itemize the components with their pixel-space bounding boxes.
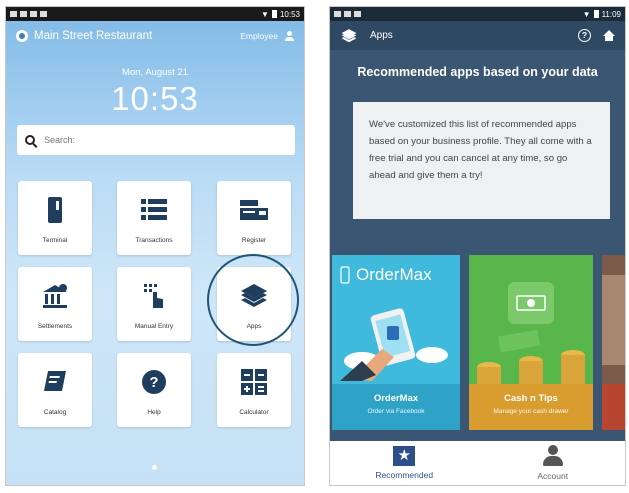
employee-menu[interactable]: Employee (240, 31, 294, 41)
home-screen: ▼ 10:53 Main Street Restaurant Employee … (5, 6, 305, 486)
search-icon (25, 135, 35, 145)
recommended-heading: Recommended apps based on your data (357, 65, 598, 79)
book-icon (40, 368, 70, 396)
restaurant-logo-icon (16, 30, 28, 42)
status-time: 10:53 (279, 9, 300, 19)
question-icon: ? (139, 368, 169, 396)
app-carousel[interactable]: OrderMax OrderMax Order via Facebook Cas… (330, 255, 625, 430)
nav-recommended[interactable]: ★ Recommended (330, 441, 479, 485)
tile-register[interactable]: Register (217, 181, 291, 255)
restaurant-brand: Main Street Restaurant (16, 30, 152, 42)
info-box: We've customized this list of recommende… (353, 102, 610, 219)
top-bar: Main Street Restaurant Employee (6, 21, 304, 51)
coins-illustration (477, 329, 585, 385)
register-icon (239, 196, 269, 224)
tile-label: Help (147, 409, 161, 416)
app-card-partial[interactable] (602, 255, 625, 430)
tile-settlements[interactable]: Settlements (18, 267, 92, 341)
notification-icons (334, 11, 361, 17)
app-name: Cash n Tips (504, 393, 558, 404)
apps-highlight-circle (207, 254, 299, 346)
svg-text:?: ? (149, 374, 158, 391)
hand-keypad-icon (139, 282, 169, 310)
bottom-nav: ★ Recommended Account (330, 441, 626, 485)
wifi-icon: ▼ (582, 9, 591, 19)
account-icon (542, 445, 564, 467)
search-bar[interactable] (17, 125, 295, 155)
employee-label: Employee (240, 31, 278, 41)
page-title: Apps (370, 30, 393, 41)
tile-label: Catalog (43, 409, 67, 416)
notification-icons (10, 11, 47, 17)
star-icon: ★ (393, 446, 416, 466)
tile-label: Terminal (42, 237, 68, 244)
nav-account[interactable]: Account (479, 441, 626, 485)
nav-label: Account (537, 471, 569, 481)
tile-label: Settlements (37, 323, 73, 330)
help-icon[interactable]: ? (578, 29, 591, 42)
date: Mon, August 21 (121, 67, 189, 78)
tile-label: Calculator (239, 409, 269, 416)
person-icon (284, 31, 294, 41)
tile-transactions[interactable]: Transactions (117, 181, 191, 255)
apps-screen: ▼ 11:09 Apps ? Recommended apps based on… (329, 6, 626, 486)
bank-icon (40, 282, 70, 310)
battery-icon (593, 10, 599, 18)
home-icon[interactable] (603, 29, 615, 42)
app-card-cash-n-tips[interactable]: Cash n Tips Manage your cash drawer (469, 255, 593, 430)
tile-help[interactable]: ? Help (117, 353, 191, 427)
wifi-icon: ▼ (261, 9, 269, 19)
clock: 10:53 (111, 80, 199, 117)
status-bar: ▼ 11:09 (330, 7, 625, 21)
tile-label: Manual Entry (134, 323, 174, 330)
hand-phone-illustration (340, 308, 448, 381)
tile-calculator[interactable]: Calculator (217, 353, 291, 427)
app-subtitle: Manage your cash drawer (493, 408, 569, 415)
nav-label: Recommended (375, 470, 434, 480)
restaurant-name: Main Street Restaurant (34, 30, 153, 42)
calculator-icon (239, 368, 269, 396)
phone-outline-icon (340, 266, 350, 284)
cash-app-icon (508, 282, 554, 324)
app-subtitle: Order via Facebook (367, 408, 425, 415)
tile-terminal[interactable]: Terminal (18, 181, 92, 255)
page-indicator (152, 465, 157, 470)
status-bar: ▼ 10:53 (6, 7, 304, 21)
list-icon (139, 196, 169, 224)
status-time: 11:09 (601, 9, 621, 19)
app-card-ordermax[interactable]: OrderMax OrderMax Order via Facebook (332, 255, 460, 430)
tile-label: Transactions (135, 237, 173, 244)
search-input[interactable] (44, 135, 284, 145)
app-bar: Apps ? (330, 21, 625, 50)
card-terminal-icon (40, 196, 70, 224)
tile-label: Register (241, 237, 267, 244)
battery-icon (271, 10, 277, 18)
tile-catalog[interactable]: Catalog (18, 353, 92, 427)
tile-manual-entry[interactable]: Manual Entry (117, 267, 191, 341)
app-name: OrderMax (373, 393, 419, 404)
app-banner-title: OrderMax (356, 265, 432, 284)
layers-icon[interactable] (340, 28, 358, 44)
